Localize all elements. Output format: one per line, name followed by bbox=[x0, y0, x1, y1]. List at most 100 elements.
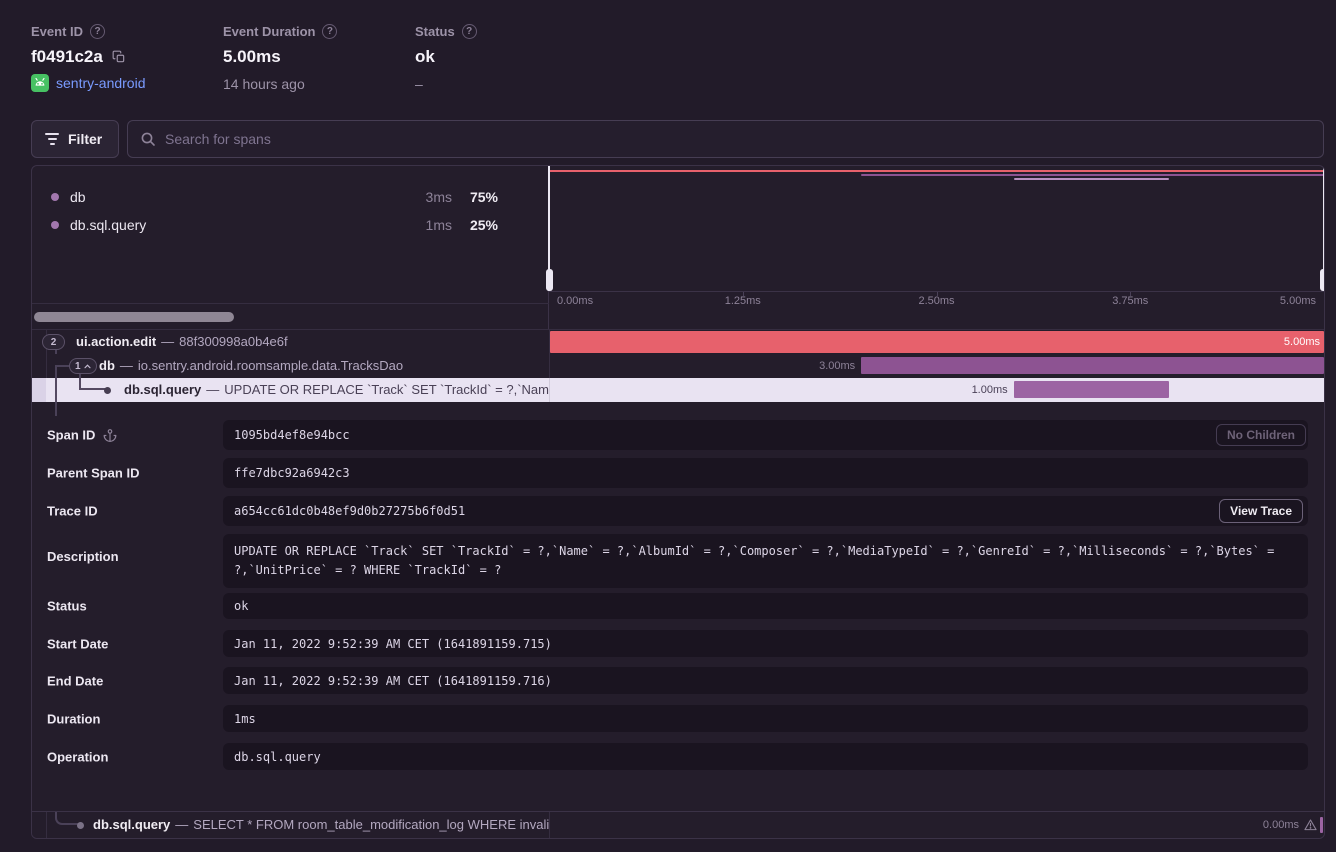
tree-connector bbox=[55, 378, 57, 402]
minimap-span-bar bbox=[549, 170, 1324, 172]
detail-label: Parent Span ID bbox=[47, 466, 139, 481]
op-percent: 75% bbox=[452, 189, 498, 205]
op-duration: 1ms bbox=[406, 217, 452, 233]
op-name: db.sql.query bbox=[70, 217, 406, 233]
axis-label: 0.00ms bbox=[557, 295, 593, 307]
op-percent: 25% bbox=[452, 217, 498, 233]
span-name-cell: 1 db—io.sentry.android.roomsample.data.T… bbox=[32, 354, 549, 378]
op-duration: 3ms bbox=[406, 189, 452, 205]
detail-label: Trace ID bbox=[47, 504, 98, 519]
event-duration-label: Event Duration bbox=[223, 24, 315, 39]
description-value: UPDATE OR REPLACE `Track` SET `TrackId` … bbox=[223, 534, 1308, 588]
time-axis: 0.00ms 1.25ms 2.50ms 3.75ms 5.00ms bbox=[549, 291, 1324, 309]
detail-row-trace-id: Trace ID a654cc61dc0b48ef9d0b27275b6f0d5… bbox=[32, 496, 1324, 526]
trace-panel: db 3ms 75% db.sql.query 1ms 25% 0.00ms bbox=[31, 165, 1325, 839]
copy-icon[interactable] bbox=[112, 50, 126, 64]
minimap-span-bar bbox=[861, 174, 1324, 176]
children-count-badge[interactable]: 1 bbox=[69, 358, 97, 374]
help-icon[interactable]: ? bbox=[322, 24, 337, 39]
span-bar bbox=[1014, 381, 1170, 398]
anchor-icon[interactable] bbox=[103, 428, 117, 442]
end-date-value: Jan 11, 2022 9:52:39 AM CET (1641891159.… bbox=[223, 667, 1308, 694]
span-dot bbox=[104, 387, 111, 394]
axis-label: 3.75ms bbox=[1112, 295, 1148, 307]
help-icon[interactable]: ? bbox=[462, 24, 477, 39]
span-name-cell: db.sql.query—SELECT * FROM room_table_mo… bbox=[32, 812, 549, 838]
no-children-button[interactable]: No Children bbox=[1216, 424, 1306, 446]
span-op: ui.action.edit bbox=[76, 334, 156, 349]
divider bbox=[549, 812, 550, 838]
span-duration: 0.00ms bbox=[1263, 819, 1299, 831]
separator: — bbox=[120, 358, 133, 373]
minimap-span-bar bbox=[1014, 178, 1169, 180]
children-count: 1 bbox=[75, 361, 81, 372]
chevron-up-icon bbox=[84, 364, 91, 369]
status-block: Status ? ok – bbox=[415, 24, 477, 92]
trace-minimap[interactable] bbox=[549, 166, 1324, 291]
search-icon bbox=[140, 131, 156, 147]
detail-row-start-date: Start Date Jan 11, 2022 9:52:39 AM CET (… bbox=[32, 630, 1324, 657]
event-duration-value: 5.00ms bbox=[223, 47, 281, 67]
span-description: UPDATE OR REPLACE `Track` SET `TrackId` … bbox=[224, 382, 549, 397]
help-icon[interactable]: ? bbox=[90, 24, 105, 39]
status-label: Status bbox=[415, 24, 455, 39]
span-name-cell: db.sql.query—UPDATE OR REPLACE `Track` S… bbox=[32, 378, 549, 402]
span-description: 88f300998a0b4e6f bbox=[179, 334, 287, 349]
span-name-cell: 2 ui.action.edit — 88f300998a0b4e6f bbox=[32, 330, 549, 354]
detail-row-status: Status ok bbox=[32, 593, 1324, 619]
span-timeline-cell: 1.00ms bbox=[549, 378, 1324, 402]
view-trace-button[interactable]: View Trace bbox=[1219, 499, 1303, 523]
span-duration: 1.00ms bbox=[972, 378, 1008, 402]
op-color-dot bbox=[51, 193, 59, 201]
axis-label: 2.50ms bbox=[918, 295, 954, 307]
tree-connector bbox=[55, 367, 57, 378]
span-tree: 2 ui.action.edit — 88f300998a0b4e6f 5.00ms… bbox=[32, 330, 1324, 402]
event-duration-ago: 14 hours ago bbox=[223, 76, 337, 92]
axis-label: 1.25ms bbox=[725, 295, 761, 307]
children-count-badge[interactable]: 2 bbox=[42, 334, 65, 350]
span-timeline-cell: 3.00ms bbox=[549, 354, 1324, 378]
span-row-db[interactable]: 1 db—io.sentry.android.roomsample.data.T… bbox=[32, 354, 1324, 378]
span-id-value: 1095bd4ef8e94bcc bbox=[223, 420, 1308, 450]
span-op: db.sql.query bbox=[93, 817, 170, 832]
filter-button-label: Filter bbox=[68, 131, 102, 147]
tree-connector bbox=[55, 812, 78, 825]
span-row-ui-action-edit[interactable]: 2 ui.action.edit — 88f300998a0b4e6f 5.00ms bbox=[32, 330, 1324, 354]
viewport-left-handle[interactable] bbox=[546, 269, 553, 291]
event-id-block: Event ID ? f0491c2a sentry-android bbox=[31, 24, 146, 92]
span-search[interactable] bbox=[127, 120, 1324, 158]
legend-item-db[interactable]: db 3ms 75% bbox=[32, 183, 548, 211]
viewport-right-handle[interactable] bbox=[1320, 269, 1325, 291]
detail-label: End Date bbox=[47, 673, 103, 688]
span-bar: 5.00ms bbox=[550, 331, 1324, 353]
parent-span-id-value: ffe7dbc92a6942c3 bbox=[223, 458, 1308, 488]
tree-connector bbox=[55, 365, 69, 367]
span-dot bbox=[77, 822, 84, 829]
span-description: SELECT * FROM room_table_modification_lo… bbox=[193, 817, 549, 832]
event-id-value: f0491c2a bbox=[31, 47, 103, 67]
project-link[interactable]: sentry-android bbox=[31, 74, 146, 92]
android-icon bbox=[31, 74, 49, 92]
separator: — bbox=[161, 334, 174, 349]
span-row-db-sql-query-selected[interactable]: db.sql.query—UPDATE OR REPLACE `Track` S… bbox=[32, 378, 1324, 402]
legend-item-db-sql-query[interactable]: db.sql.query 1ms 25% bbox=[32, 211, 548, 239]
start-date-value: Jan 11, 2022 9:52:39 AM CET (1641891159.… bbox=[223, 630, 1308, 657]
detail-row-duration: Duration 1ms bbox=[32, 705, 1324, 732]
duration-value: 1ms bbox=[223, 705, 1308, 732]
span-duration: 5.00ms bbox=[1284, 331, 1320, 353]
zero-duration-span-bar bbox=[1320, 817, 1323, 833]
search-input[interactable] bbox=[165, 131, 1311, 147]
ops-breakdown: db 3ms 75% db.sql.query 1ms 25% bbox=[32, 166, 549, 330]
detail-row-description: Description UPDATE OR REPLACE `Track` SE… bbox=[32, 534, 1324, 588]
detail-label: Span ID bbox=[47, 428, 95, 443]
tree-connector bbox=[79, 388, 105, 390]
status-sub: – bbox=[415, 76, 477, 92]
axis-label: 5.00ms bbox=[1280, 295, 1316, 307]
children-count: 2 bbox=[51, 337, 57, 348]
span-timeline-cell: 5.00ms bbox=[549, 330, 1324, 354]
detail-row-parent-span-id: Parent Span ID ffe7dbc92a6942c3 bbox=[32, 458, 1324, 488]
filter-button[interactable]: Filter bbox=[31, 120, 119, 158]
horizontal-scrollbar[interactable] bbox=[34, 312, 234, 322]
project-name: sentry-android bbox=[56, 75, 146, 91]
span-row-db-sql-query-select[interactable]: db.sql.query—SELECT * FROM room_table_mo… bbox=[32, 811, 1324, 838]
